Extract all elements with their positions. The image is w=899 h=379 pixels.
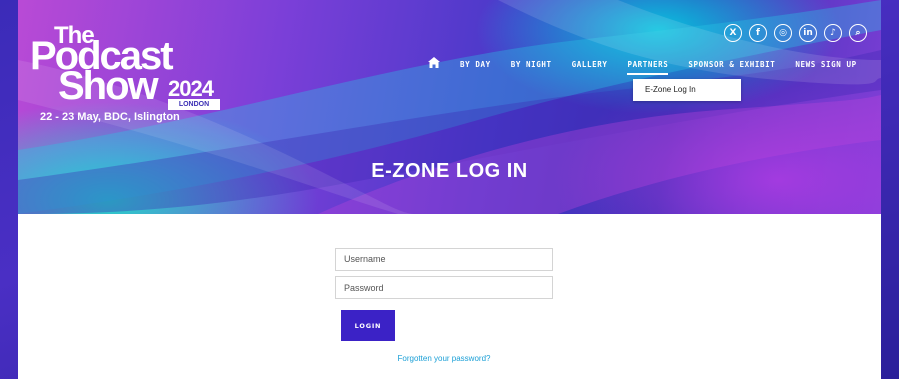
linkedin-icon[interactable]: in: [799, 24, 817, 42]
logo-show-text: Show: [58, 64, 159, 108]
podcast-show-logo[interactable]: The Podcast Show 2024 LONDON: [30, 22, 230, 112]
nav-item-sponsor-exhibit[interactable]: SPONSOR & EXHIBIT: [688, 60, 775, 69]
page-title: E-ZONE LOG IN: [371, 160, 528, 182]
facebook-icon[interactable]: f: [749, 24, 767, 42]
page-frame: The Podcast Show 2024 LONDON 22 - 23 May…: [18, 0, 881, 379]
social-links: X f ◎ in ♪ ⌕: [724, 24, 867, 42]
forgot-password-link[interactable]: Forgotten your password?: [335, 354, 553, 363]
nav-item-gallery[interactable]: GALLERY: [572, 60, 608, 69]
dropdown-item-ezone-login[interactable]: E-Zone Log In: [645, 85, 696, 94]
password-input[interactable]: [335, 276, 553, 299]
partners-dropdown: E-Zone Log In: [633, 79, 741, 101]
instagram-icon[interactable]: ◎: [774, 24, 792, 42]
nav-item-by-night[interactable]: BY NIGHT: [511, 60, 552, 69]
nav-item-partners[interactable]: PARTNERS: [627, 60, 669, 75]
nav-item-news-sign-up[interactable]: NEWS SIGN UP: [795, 60, 856, 69]
login-form: LOGIN Forgotten your password?: [335, 247, 553, 363]
hero-banner: The Podcast Show 2024 LONDON 22 - 23 May…: [18, 0, 881, 214]
event-dates: 22 - 23 May, BDC, Islington: [40, 111, 180, 123]
search-icon[interactable]: ⌕: [849, 24, 867, 42]
nav-item-by-day[interactable]: BY DAY: [460, 60, 491, 69]
x-icon[interactable]: X: [724, 24, 742, 42]
home-icon[interactable]: [428, 57, 440, 71]
main-nav: BY DAY BY NIGHT GALLERY PARTNERS SPONSOR…: [428, 57, 877, 75]
login-button[interactable]: LOGIN: [341, 310, 395, 341]
username-input[interactable]: [335, 247, 553, 271]
logo-city-badge: LONDON: [168, 99, 220, 110]
tiktok-icon[interactable]: ♪: [824, 24, 842, 42]
